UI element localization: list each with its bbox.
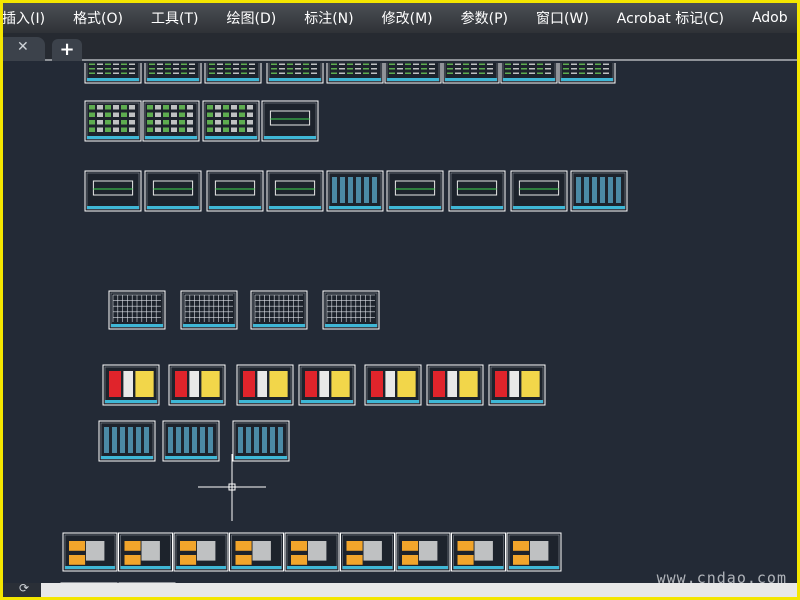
drawing-sheet[interactable] (180, 290, 238, 330)
drawing-sheet[interactable] (229, 532, 284, 572)
drawing-tab[interactable]: ✕ (3, 37, 45, 61)
drawing-sheet[interactable] (570, 170, 628, 212)
new-tab-button[interactable]: + (52, 39, 82, 61)
crosshair-cursor (198, 454, 266, 521)
drawing-sheet[interactable] (162, 420, 220, 462)
drawing-sheet[interactable] (144, 170, 202, 212)
drawing-sheet[interactable] (506, 532, 562, 572)
drawing-sheet[interactable] (232, 420, 290, 462)
menu-draw[interactable]: 绘图(D) (227, 8, 277, 28)
drawing-sheet[interactable] (144, 63, 202, 84)
drawing-sheet[interactable] (448, 170, 506, 212)
close-icon[interactable]: ✕ (17, 39, 29, 55)
drawing-sheet[interactable] (284, 532, 340, 572)
menu-modify[interactable]: 修改(M) (382, 8, 433, 28)
drawing-sheet[interactable] (426, 364, 484, 406)
watermark-text: www.cndao.com (656, 569, 787, 587)
drawing-sheet[interactable] (488, 364, 546, 406)
drawing-sheet[interactable] (173, 532, 229, 572)
menu-dimension[interactable]: 标注(N) (304, 8, 353, 28)
drawing-sheet[interactable] (206, 170, 264, 212)
drawing-sheet[interactable] (261, 100, 319, 142)
menu-adobe[interactable]: Adob (752, 10, 788, 26)
drawing-sheet[interactable] (204, 63, 262, 84)
drawing-sheet[interactable] (500, 63, 558, 84)
drawing-sheet[interactable] (108, 290, 166, 330)
drawing-sheet[interactable] (84, 63, 142, 84)
drawing-sheet[interactable] (62, 532, 118, 572)
drawing-sheet[interactable] (168, 364, 226, 406)
drawing-sheet[interactable] (395, 532, 451, 572)
menu-bar: 插入(I) 格式(O) 工具(T) 绘图(D) 标注(N) 修改(M) 参数(P… (3, 3, 797, 33)
drawing-canvas[interactable] (3, 63, 797, 583)
drawing-sheet[interactable] (84, 100, 142, 142)
drawing-sheet[interactable] (558, 63, 616, 84)
drawing-sheet[interactable] (326, 170, 384, 212)
menu-format[interactable]: 格式(O) (73, 8, 123, 28)
layout-icon[interactable]: ⟳ (19, 581, 29, 595)
drawing-sheet[interactable] (84, 170, 142, 212)
file-tab-bar: ✕ + (3, 33, 797, 61)
drawing-sheet[interactable] (102, 364, 160, 406)
drawing-sheet[interactable] (384, 63, 442, 84)
drawing-sheet[interactable] (510, 170, 568, 212)
drawing-sheet[interactable] (340, 532, 395, 572)
drawing-sheet[interactable] (250, 290, 308, 330)
drawing-sheet[interactable] (322, 290, 380, 330)
autocad-window: 插入(I) 格式(O) 工具(T) 绘图(D) 标注(N) 修改(M) 参数(P… (3, 3, 797, 597)
menu-insert[interactable]: 插入(I) (3, 8, 45, 28)
drawing-sheet[interactable] (442, 63, 500, 84)
plus-icon: + (59, 39, 75, 60)
menu-parametric[interactable]: 参数(P) (461, 8, 508, 28)
drawing-sheet[interactable] (326, 63, 384, 84)
menu-acrobat-markup[interactable]: Acrobat 标记(C) (617, 8, 724, 28)
drawing-sheet[interactable] (386, 170, 444, 212)
drawing-sheets (60, 63, 628, 583)
drawing-sheet[interactable] (236, 364, 294, 406)
menu-tools[interactable]: 工具(T) (151, 8, 198, 28)
menu-window[interactable]: 窗口(W) (536, 8, 589, 28)
drawing-sheet[interactable] (266, 170, 324, 212)
drawing-sheet[interactable] (266, 63, 324, 84)
drawing-sheet[interactable] (118, 532, 173, 572)
drawing-sheet[interactable] (142, 100, 200, 142)
drawing-sheet[interactable] (98, 420, 156, 462)
layout-tabs[interactable]: ⟳ (3, 581, 41, 597)
drawing-sheet[interactable] (298, 364, 356, 406)
drawing-sheet[interactable] (364, 364, 422, 406)
drawing-sheet[interactable] (451, 532, 506, 572)
drawing-sheet[interactable] (202, 100, 260, 142)
